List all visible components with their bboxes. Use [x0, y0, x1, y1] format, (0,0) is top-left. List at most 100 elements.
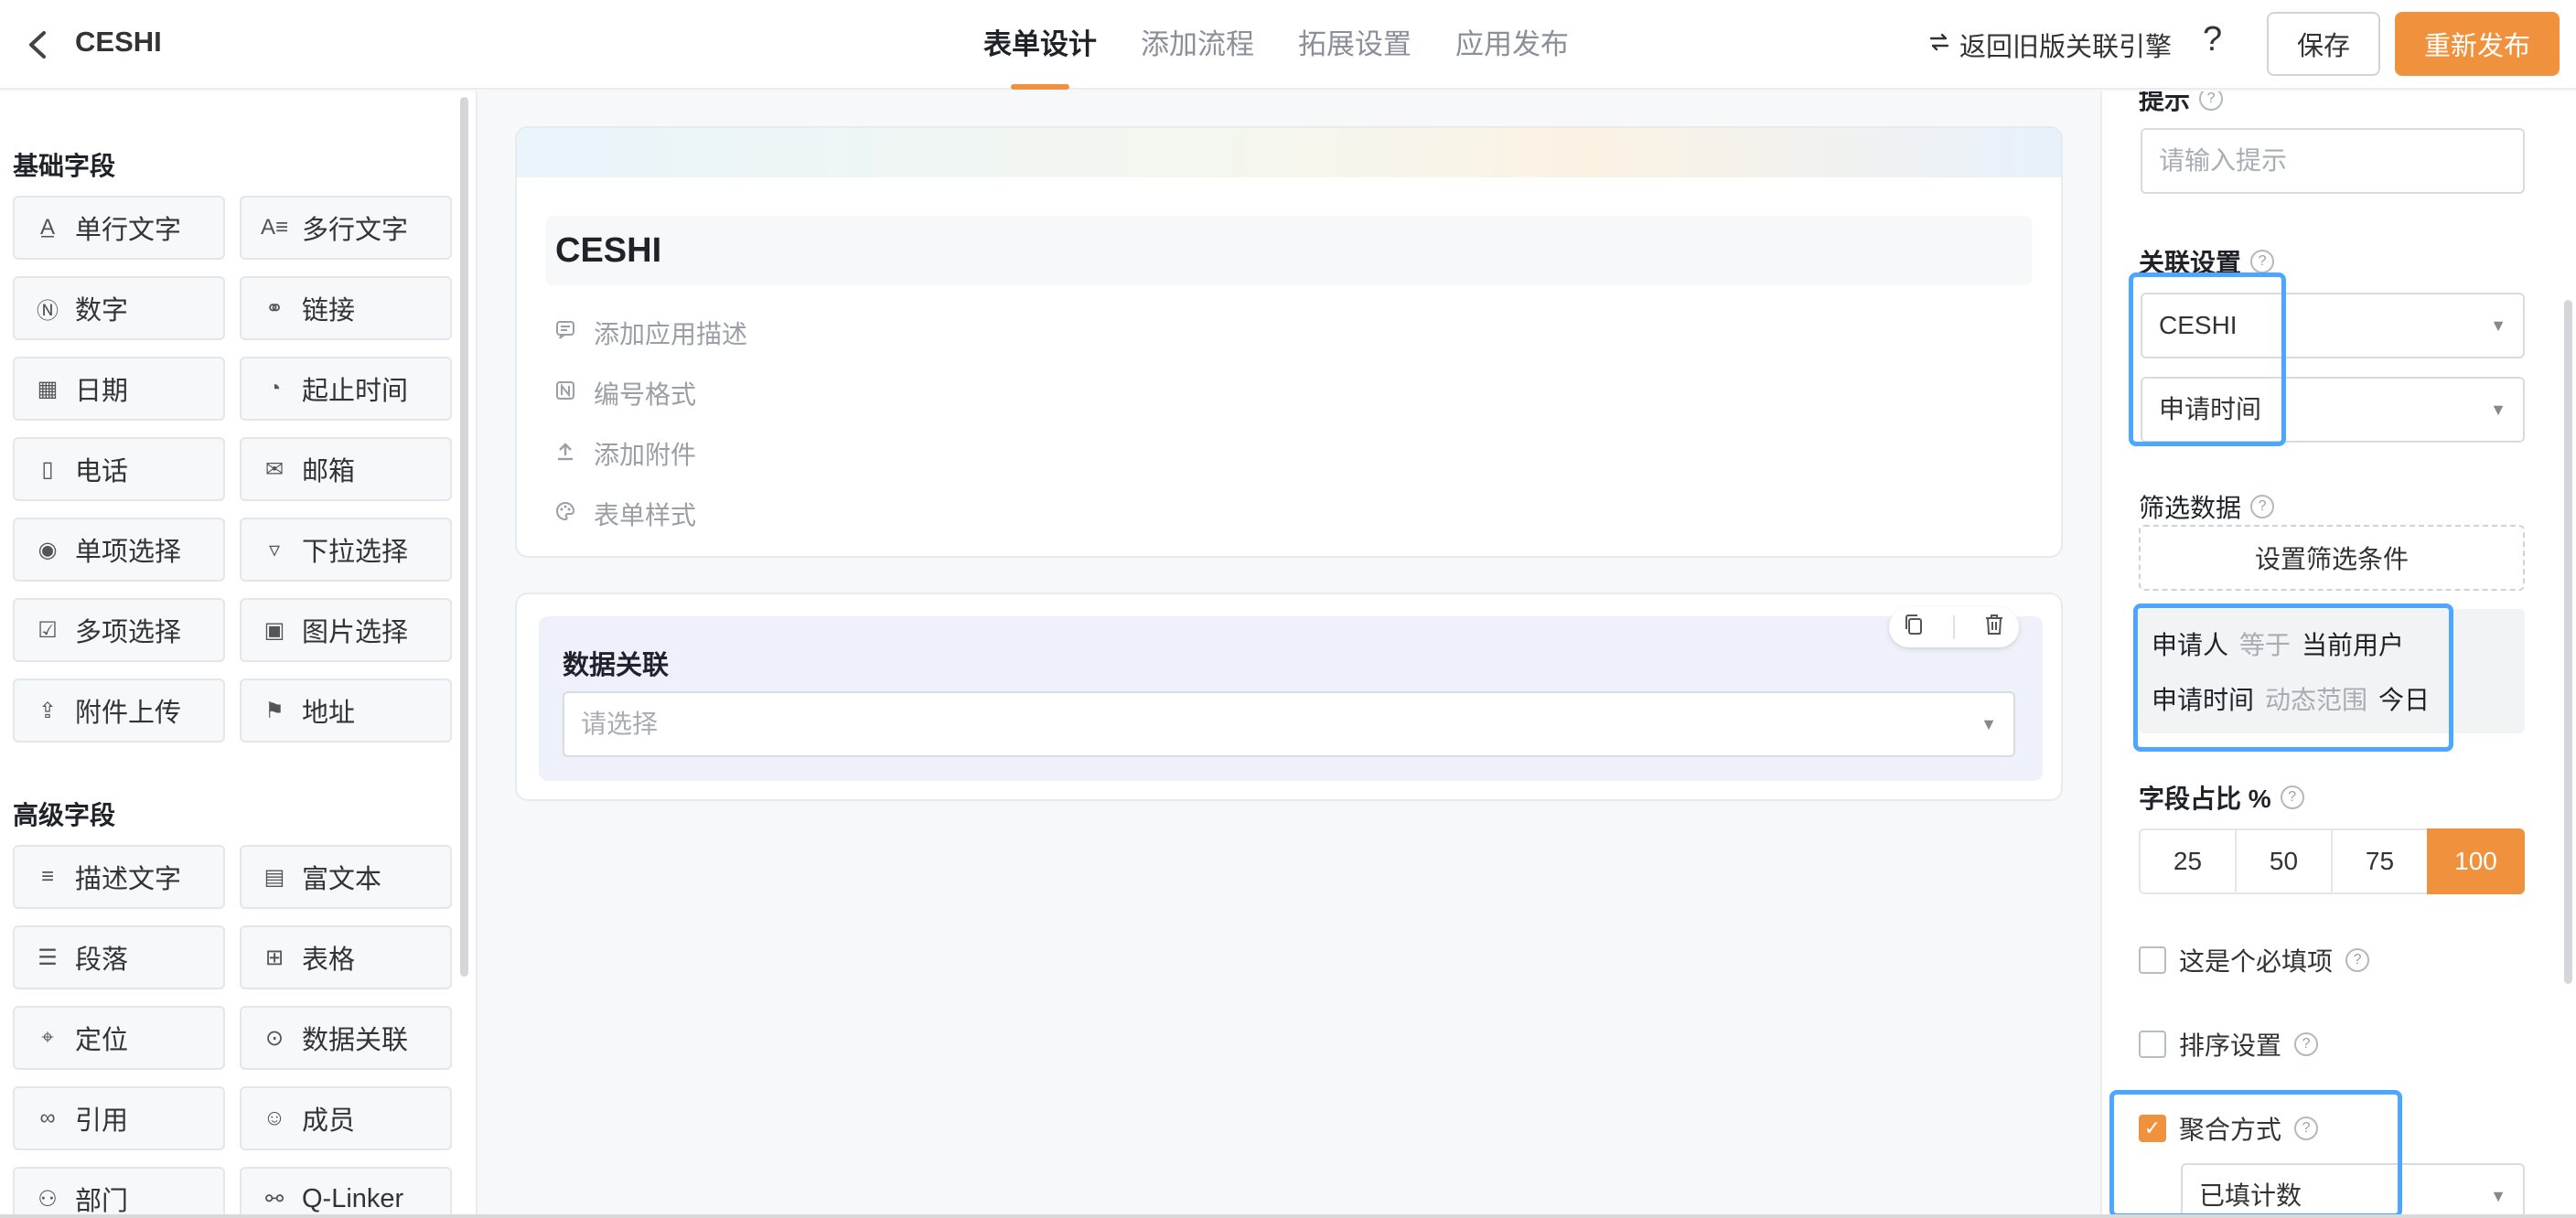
field-type-signpost[interactable]: ⚑ 地址 — [240, 678, 452, 743]
field-type-description[interactable]: ≡ 描述文字 — [13, 845, 225, 909]
field-type-label: 成员 — [302, 1106, 356, 1136]
caret-down-icon: ▼ — [2490, 1187, 2506, 1205]
ratio-50-button[interactable]: 50 — [2235, 828, 2333, 894]
required-checkbox-row[interactable]: 这是个必填项 ? — [2139, 942, 2370, 978]
department-icon: ⚇ — [38, 1186, 58, 1212]
link-app-select[interactable]: CESHI ▼ — [2141, 293, 2525, 358]
field-type-time-range[interactable]: ◔ 起止时间 — [240, 357, 452, 421]
q-linker-icon: ⚯ — [264, 1186, 284, 1212]
field-type-label: Q-Linker — [302, 1183, 404, 1213]
field-type-dropdown[interactable]: ▿ 下拉选择 — [240, 518, 452, 582]
field-type-label: 电话 — [75, 457, 129, 486]
field-type-calendar[interactable]: ▦ 日期 — [13, 357, 225, 421]
link-field-select[interactable]: 申请时间 ▼ — [2141, 377, 2525, 443]
add-description-option[interactable]: 添加应用描述 — [553, 315, 747, 351]
field-type-label: 地址 — [302, 699, 356, 728]
data-link-select[interactable]: 请选择 ▼ — [563, 691, 2015, 757]
field-type-label: 日期 — [75, 377, 129, 406]
republish-button[interactable]: 重新发布 — [2395, 12, 2560, 76]
legacy-engine-link[interactable]: 返回旧版关联引擎 — [1928, 26, 2172, 64]
sort-checkbox-row[interactable]: 排序设置 ? — [2139, 1026, 2319, 1063]
filter-condition[interactable]: 申请人 等于 当前用户 — [2152, 625, 2404, 662]
field-type-label: 表格 — [302, 946, 356, 975]
back-chevron-icon[interactable] — [20, 26, 57, 64]
form-header-card: CESHI 添加应用描述 编号格式 添加附件 表单样式 — [515, 126, 2063, 558]
text-multiline-icon: A≡ — [261, 215, 289, 240]
field-type-q-linker[interactable]: ⚯ Q-Linker — [240, 1167, 452, 1218]
ratio-100-button[interactable]: 100 — [2427, 828, 2525, 894]
copy-icon[interactable] — [1903, 613, 1925, 643]
data-link-field-block[interactable]: 数据关联 请选择 ▼ — [539, 607, 2043, 781]
field-type-label: 图片选择 — [302, 618, 409, 647]
number-icon: Ⓝ — [37, 298, 59, 324]
field-type-label: 多行文字 — [302, 216, 409, 245]
help-circle-icon[interactable]: ? — [2345, 948, 2370, 972]
link-field-value: 申请时间 — [2159, 395, 2262, 423]
trash-icon[interactable] — [1983, 613, 2005, 643]
form-style-option[interactable]: 表单样式 — [553, 496, 696, 532]
sort-checkbox[interactable] — [2139, 1031, 2166, 1058]
help-circle-icon[interactable]: ? — [2280, 785, 2304, 809]
field-type-paragraph[interactable]: ☰ 段落 — [13, 925, 225, 989]
hint-label: 提示 — [2139, 91, 2191, 114]
aggregation-checkbox-row[interactable]: ✓ 聚合方式 ? — [2139, 1110, 2319, 1147]
field-type-image[interactable]: ▣ 图片选择 — [240, 598, 452, 662]
field-type-radio[interactable]: ◉ 单项选择 — [13, 518, 225, 582]
sidebar-scrollbar[interactable] — [460, 97, 468, 977]
field-type-member[interactable]: ☺ 成员 — [240, 1086, 452, 1150]
field-type-rich-text[interactable]: ▤ 富文本 — [240, 845, 452, 909]
condition-value: 当前用户 — [2302, 631, 2405, 659]
field-type-label: 起止时间 — [302, 377, 409, 406]
help-circle-icon[interactable]: ? — [2199, 91, 2224, 111]
top-bar: CESHI 表单设计 添加流程 拓展设置 应用发布 返回旧版关联引擎 ? 保存 … — [0, 0, 2576, 90]
field-type-checkbox[interactable]: ☑ 多项选择 — [13, 598, 225, 662]
help-circle-icon[interactable]: ? — [2250, 250, 2275, 273]
field-type-label: 单行文字 — [75, 216, 182, 245]
hint-input[interactable]: 请输入提示 — [2141, 128, 2525, 194]
help-circle-icon[interactable]: ? — [2250, 495, 2275, 518]
set-filter-button[interactable]: 设置筛选条件 — [2139, 525, 2525, 591]
field-type-link[interactable]: ⚭ 链接 — [240, 276, 452, 340]
filter-condition[interactable]: 申请时间 动态范围 今日 — [2152, 680, 2430, 717]
field-type-reference[interactable]: ∞ 引用 — [13, 1086, 225, 1150]
ratio-25-button[interactable]: 25 — [2139, 828, 2237, 894]
field-type-upload[interactable]: ⇪ 附件上传 — [13, 678, 225, 743]
field-type-location[interactable]: ⌖ 定位 — [13, 1006, 225, 1070]
add-attachment-option[interactable]: 添加附件 — [553, 435, 696, 472]
form-body-card: 数据关联 请选择 ▼ — [515, 593, 2063, 801]
form-title[interactable]: CESHI — [546, 216, 2032, 285]
required-checkbox[interactable] — [2139, 946, 2166, 974]
field-type-table[interactable]: ⊞ 表格 — [240, 925, 452, 989]
condition-value: 今日 — [2378, 686, 2431, 714]
tab-app-publish[interactable]: 应用发布 — [1455, 0, 1569, 90]
ratio-75-button[interactable]: 75 — [2331, 828, 2429, 894]
field-type-label: 下拉选择 — [302, 538, 409, 567]
tab-add-flow[interactable]: 添加流程 — [1141, 0, 1254, 90]
reference-icon: ∞ — [39, 1106, 56, 1130]
help-circle-icon[interactable]: ? — [2294, 1032, 2319, 1056]
aggregation-select[interactable]: 已填计数 ▼ — [2181, 1163, 2525, 1218]
help-icon[interactable]: ? — [2203, 20, 2222, 59]
field-type-department[interactable]: ⚇ 部门 — [13, 1167, 225, 1218]
add-attachment-label: 添加附件 — [594, 441, 697, 469]
aggregation-checkbox[interactable]: ✓ — [2139, 1115, 2166, 1142]
field-type-text-multiline[interactable]: A≡ 多行文字 — [240, 196, 452, 260]
field-type-label: 单项选择 — [75, 538, 182, 567]
caret-down-icon: ▼ — [2490, 401, 2506, 419]
panel-scrollbar[interactable] — [2564, 300, 2572, 984]
toolbar-divider — [1952, 615, 1955, 639]
field-type-mail[interactable]: ✉ 邮箱 — [240, 437, 452, 501]
number-format-option[interactable]: 编号格式 — [553, 375, 696, 411]
field-type-text-line[interactable]: A̲ 单行文字 — [13, 196, 225, 260]
tab-extend-settings[interactable]: 拓展设置 — [1298, 0, 1411, 90]
hint-label-row: 提示 ? — [2139, 91, 2224, 117]
table-icon: ⊞ — [264, 945, 284, 970]
field-type-data-link[interactable]: ⊙ 数据关联 — [240, 1006, 452, 1070]
field-type-phone[interactable]: ▯ 电话 — [13, 437, 225, 501]
save-button[interactable]: 保存 — [2267, 12, 2380, 76]
image-icon: ▣ — [263, 617, 285, 643]
help-circle-icon[interactable]: ? — [2294, 1116, 2319, 1140]
condition-operator: 动态范围 — [2265, 686, 2368, 714]
tab-form-design[interactable]: 表单设计 — [983, 0, 1097, 90]
field-type-number[interactable]: Ⓝ 数字 — [13, 276, 225, 340]
